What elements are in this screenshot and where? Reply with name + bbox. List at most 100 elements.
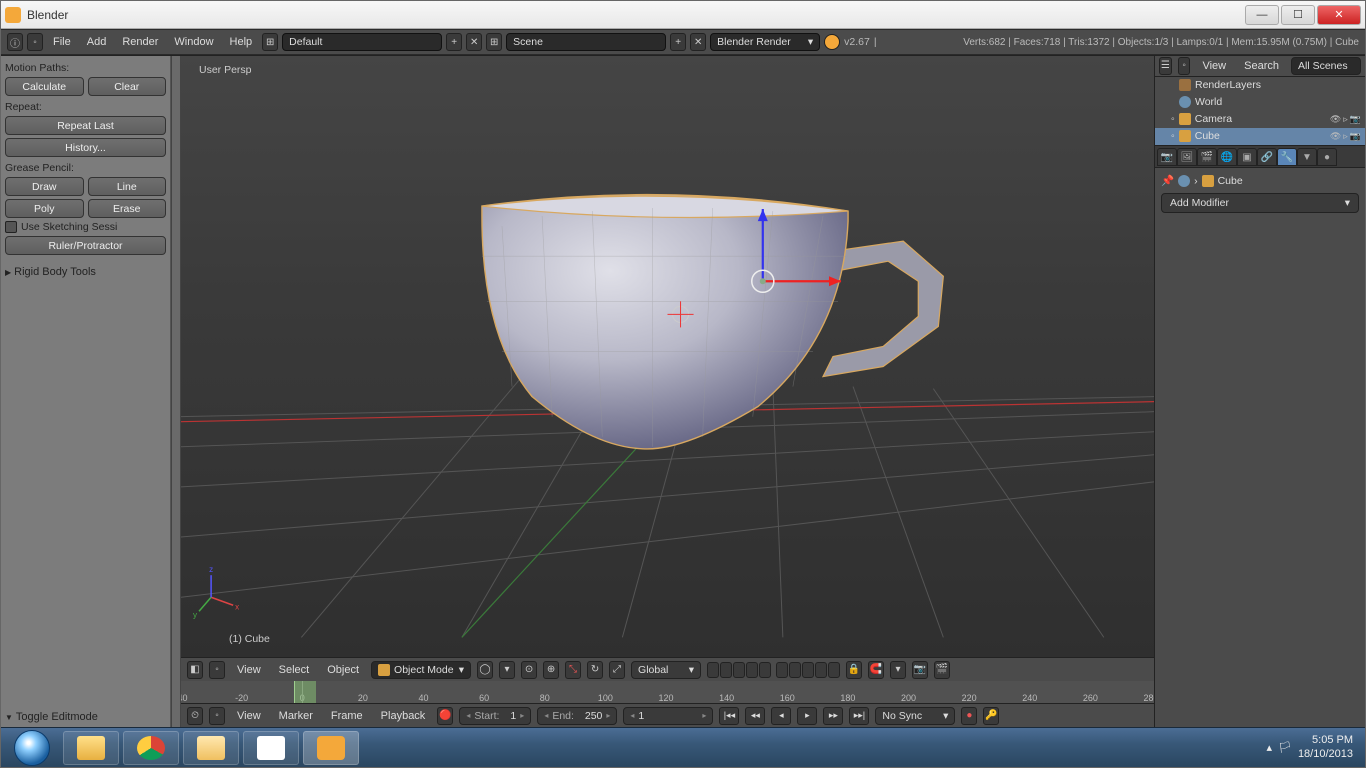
timeline-menu-playback[interactable]: Playback	[375, 708, 432, 724]
taskbar-paint[interactable]	[243, 731, 299, 765]
menu-file[interactable]: File	[47, 34, 77, 50]
scene-add-icon[interactable]: +	[670, 33, 686, 51]
view3d-menu-select[interactable]: Select	[273, 662, 316, 678]
3d-viewport[interactable]: User Persp	[181, 56, 1154, 657]
show-hidden-icon[interactable]: ▴	[1266, 741, 1272, 754]
taskbar-blender[interactable]	[303, 731, 359, 765]
tab-world[interactable]: 🌐	[1217, 148, 1237, 166]
layer-buttons[interactable]	[707, 662, 840, 678]
outliner-row-renderlayers[interactable]: RenderLayers	[1155, 77, 1365, 94]
pivot-icon[interactable]: ⊙	[521, 661, 537, 679]
timeline-editor-icon[interactable]: ⏲	[187, 707, 203, 725]
poly-button[interactable]: Poly	[5, 199, 84, 218]
render-engine-dropdown[interactable]: Blender Render▾	[710, 33, 820, 51]
scene-dropdown[interactable]: Scene	[506, 33, 666, 51]
outliner-menu-view[interactable]: View	[1196, 58, 1232, 74]
tab-scene[interactable]: 🎬	[1197, 148, 1217, 166]
menu-window[interactable]: Window	[168, 34, 219, 50]
tab-constraints[interactable]: 🔗	[1257, 148, 1277, 166]
rigid-body-panel[interactable]: ▶Rigid Body Tools	[5, 266, 166, 278]
layout-del-icon[interactable]: ✕	[466, 33, 482, 51]
start-frame-field[interactable]: ◂Start: 1▸	[459, 707, 531, 725]
view3d-menu-object[interactable]: Object	[321, 662, 365, 678]
tab-render-layers[interactable]: 🖼	[1177, 148, 1197, 166]
lock-camera-icon[interactable]: 🔒	[846, 661, 862, 679]
scale-gizmo-icon[interactable]: ⤢	[609, 661, 625, 679]
orientation-dropdown[interactable]: Global▾	[631, 661, 701, 679]
layout-add-icon[interactable]: +	[446, 33, 462, 51]
taskbar-chrome[interactable]	[123, 731, 179, 765]
close-button[interactable]: ✕	[1317, 5, 1361, 25]
line-button[interactable]: Line	[88, 177, 167, 196]
outliner-menu-search[interactable]: Search	[1238, 58, 1285, 74]
mode-dropdown[interactable]: Object Mode▾	[371, 661, 471, 679]
maximize-button[interactable]: ☐	[1281, 5, 1315, 25]
timeline-menu-frame[interactable]: Frame	[325, 708, 369, 724]
screen-layout-dropdown[interactable]: Default	[282, 33, 442, 51]
calculate-button[interactable]: Calculate	[5, 77, 84, 96]
tab-render[interactable]: 📷	[1157, 148, 1177, 166]
draw-button[interactable]: Draw	[5, 177, 84, 196]
play-icon[interactable]: ▸	[797, 707, 817, 725]
repeat-last-button[interactable]: Repeat Last	[5, 116, 166, 135]
add-modifier-button[interactable]: Add Modifier▾	[1161, 193, 1359, 213]
outliner-row-cube[interactable]: ◦ Cube👁▹📷	[1155, 128, 1365, 145]
menu-add[interactable]: Add	[81, 34, 113, 50]
rotate-gizmo-icon[interactable]: ↻	[587, 661, 603, 679]
ruler-button[interactable]: Ruler/Protractor	[5, 236, 166, 255]
keying-set-icon[interactable]: 🔑	[983, 707, 999, 725]
menu-help[interactable]: Help	[224, 34, 259, 50]
layout-browse-icon[interactable]: ⊞	[262, 33, 278, 51]
sync-dropdown[interactable]: No Sync▾	[875, 707, 955, 725]
view3d-menu-view[interactable]: View	[231, 662, 267, 678]
flag-icon[interactable]: 🏳	[1278, 741, 1292, 754]
timeline-ruler[interactable]: -40-200204060801001201401601802002202402…	[181, 681, 1154, 703]
tab-modifiers[interactable]: 🔧	[1277, 148, 1297, 166]
clear-button[interactable]: Clear	[88, 77, 167, 96]
scene-del-icon[interactable]: ✕	[690, 33, 706, 51]
tab-material[interactable]: ●	[1317, 148, 1337, 166]
scene-browse-icon[interactable]: ⊞	[486, 33, 502, 51]
shading-dropdown-icon[interactable]: ▾	[499, 661, 515, 679]
keyframe-prev-icon[interactable]: ◂◂	[745, 707, 765, 725]
panel-split-grip[interactable]	[171, 56, 181, 727]
timeline-expand-icon[interactable]: ◦	[209, 707, 225, 725]
manipulator-toggle-icon[interactable]: ⊕	[543, 661, 559, 679]
render-anim-icon[interactable]: 🎬	[934, 661, 950, 679]
pin-icon[interactable]: 📌	[1161, 174, 1174, 187]
record-icon[interactable]: ●	[961, 707, 977, 725]
minimize-button[interactable]: —	[1245, 5, 1279, 25]
erase-button[interactable]: Erase	[88, 199, 167, 218]
end-frame-field[interactable]: ◂End: 250▸	[537, 707, 617, 725]
timeline-menu-view[interactable]: View	[231, 708, 267, 724]
expand-icon[interactable]: ◦	[27, 33, 43, 51]
start-button[interactable]	[5, 730, 59, 766]
taskbar-explorer[interactable]	[63, 731, 119, 765]
view3d-expand-icon[interactable]: ◦	[209, 661, 225, 679]
shading-sphere-icon[interactable]: ◯	[477, 661, 493, 679]
toggle-editmode-panel[interactable]: ▼Toggle Editmode	[5, 711, 166, 723]
clock-time[interactable]: 5:05 PM	[1298, 734, 1353, 747]
timeline-playhead[interactable]	[294, 681, 316, 703]
tab-data[interactable]: ▼	[1297, 148, 1317, 166]
view3d-editor-icon[interactable]: ◧	[187, 661, 203, 679]
auto-keyframe-icon[interactable]: 🔴	[437, 707, 453, 725]
timeline-menu-marker[interactable]: Marker	[273, 708, 319, 724]
outliner-row-camera[interactable]: ◦ Camera👁▹📷	[1155, 111, 1365, 128]
tab-object[interactable]: ▣	[1237, 148, 1257, 166]
translate-gizmo-icon[interactable]: ⤡	[565, 661, 581, 679]
jump-end-icon[interactable]: ▸▸|	[849, 707, 869, 725]
keyframe-next-icon[interactable]: ▸▸	[823, 707, 843, 725]
outliner-editor-icon[interactable]: ☰	[1159, 57, 1172, 75]
snap-icon[interactable]: 🧲	[868, 661, 884, 679]
play-reverse-icon[interactable]: ◂	[771, 707, 791, 725]
current-frame-field[interactable]: ◂1▸	[623, 707, 713, 725]
history-button[interactable]: History...	[5, 138, 166, 157]
render-preview-icon[interactable]: 📷	[912, 661, 928, 679]
use-sketching-checkbox[interactable]	[5, 221, 17, 233]
jump-start-icon[interactable]: |◂◂	[719, 707, 739, 725]
outliner-display-dropdown[interactable]: All Scenes	[1291, 57, 1361, 75]
clock-date[interactable]: 18/10/2013	[1298, 748, 1353, 761]
taskbar-folder[interactable]	[183, 731, 239, 765]
editor-type-icon[interactable]: ⓘ	[7, 33, 23, 51]
